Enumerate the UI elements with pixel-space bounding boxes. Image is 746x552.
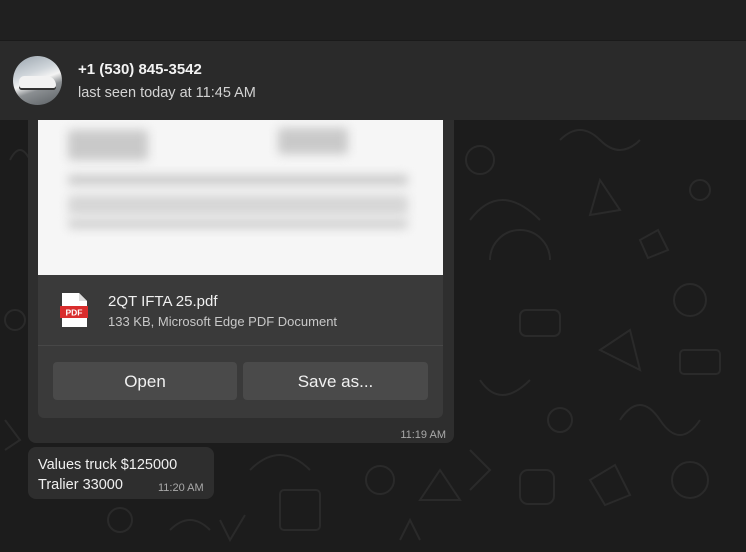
message-text-line: Values truck $125000 bbox=[38, 457, 178, 473]
contact-name: +1 (530) 845-3542 bbox=[78, 61, 202, 78]
text-message-bubble[interactable]: Values truck $125000 Tralier 33000 11:20… bbox=[28, 447, 214, 499]
divider bbox=[38, 345, 443, 346]
open-button[interactable]: Open bbox=[53, 362, 237, 400]
contact-avatar[interactable] bbox=[13, 56, 62, 105]
message-timestamp: 11:19 AM bbox=[400, 429, 446, 441]
pdf-icon-label: PDF bbox=[66, 308, 83, 318]
document-message-bubble[interactable]: PDF 2QT IFTA 25.pdf 133 KB, Microsoft Ed… bbox=[28, 120, 454, 443]
document-preview-thumbnail[interactable] bbox=[38, 120, 443, 275]
window-titlebar bbox=[0, 0, 746, 40]
pdf-file-icon: PDF bbox=[60, 293, 88, 327]
chat-area[interactable]: PDF 2QT IFTA 25.pdf 133 KB, Microsoft Ed… bbox=[0, 120, 746, 552]
document-card[interactable]: PDF 2QT IFTA 25.pdf 133 KB, Microsoft Ed… bbox=[38, 120, 443, 418]
contact-last-seen: last seen today at 11:45 AM bbox=[78, 85, 256, 101]
chat-header[interactable]: +1 (530) 845-3542 last seen today at 11:… bbox=[0, 40, 746, 120]
document-file-info[interactable]: PDF 2QT IFTA 25.pdf 133 KB, Microsoft Ed… bbox=[38, 275, 443, 345]
save-as-button[interactable]: Save as... bbox=[243, 362, 428, 400]
message-timestamp: 11:20 AM bbox=[158, 482, 204, 494]
file-meta: 133 KB, Microsoft Edge PDF Document bbox=[108, 314, 338, 329]
message-text-line: Tralier 33000 bbox=[38, 477, 123, 493]
avatar-car-image bbox=[19, 76, 56, 88]
file-name: 2QT IFTA 25.pdf bbox=[108, 293, 218, 310]
